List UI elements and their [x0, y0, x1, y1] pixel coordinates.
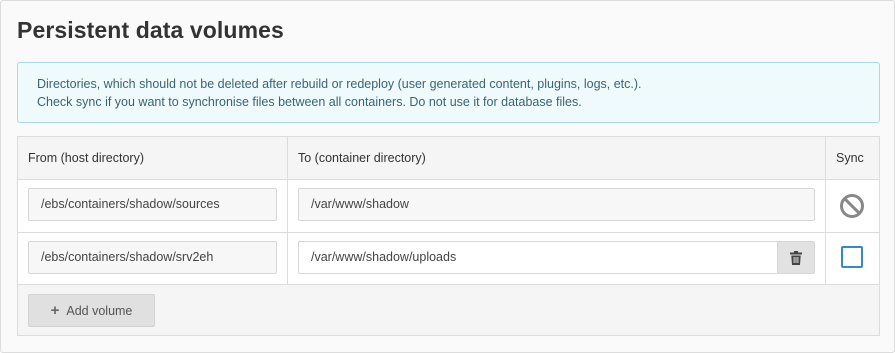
column-divider — [287, 137, 288, 284]
info-line: Check sync if you want to synchronise fi… — [37, 95, 582, 109]
column-header-to: To (container directory) — [298, 151, 426, 165]
host-directory-input[interactable]: /ebs/containers/shadow/srv2eh — [28, 241, 277, 274]
info-line: Directories, which should not be deleted… — [37, 77, 642, 91]
info-alert: Directories, which should not be deleted… — [17, 62, 880, 123]
ban-icon — [840, 194, 864, 218]
volumes-table: From (host directory) To (container dire… — [17, 136, 880, 336]
container-directory-input[interactable]: /var/www/shadow — [298, 188, 815, 221]
column-header-sync: Sync — [836, 151, 864, 165]
column-header-from: From (host directory) — [28, 151, 144, 165]
column-divider — [825, 137, 826, 284]
add-volume-label: Add volume — [66, 303, 133, 318]
persistent-volumes-panel: Persistent data volumes Directories, whi… — [0, 0, 895, 353]
sync-checkbox[interactable] — [841, 246, 863, 268]
panel-title: Persistent data volumes — [17, 17, 284, 43]
table-divider — [18, 284, 879, 285]
table-divider — [18, 232, 879, 233]
container-directory-input[interactable]: /var/www/shadow/uploads — [298, 241, 778, 274]
delete-volume-button[interactable] — [778, 241, 815, 274]
trash-icon — [790, 250, 802, 265]
plus-icon: + — [50, 302, 60, 319]
host-directory-input[interactable]: /ebs/containers/shadow/sources — [28, 188, 277, 221]
table-divider — [18, 179, 879, 180]
add-volume-button[interactable]: + Add volume — [28, 294, 155, 327]
